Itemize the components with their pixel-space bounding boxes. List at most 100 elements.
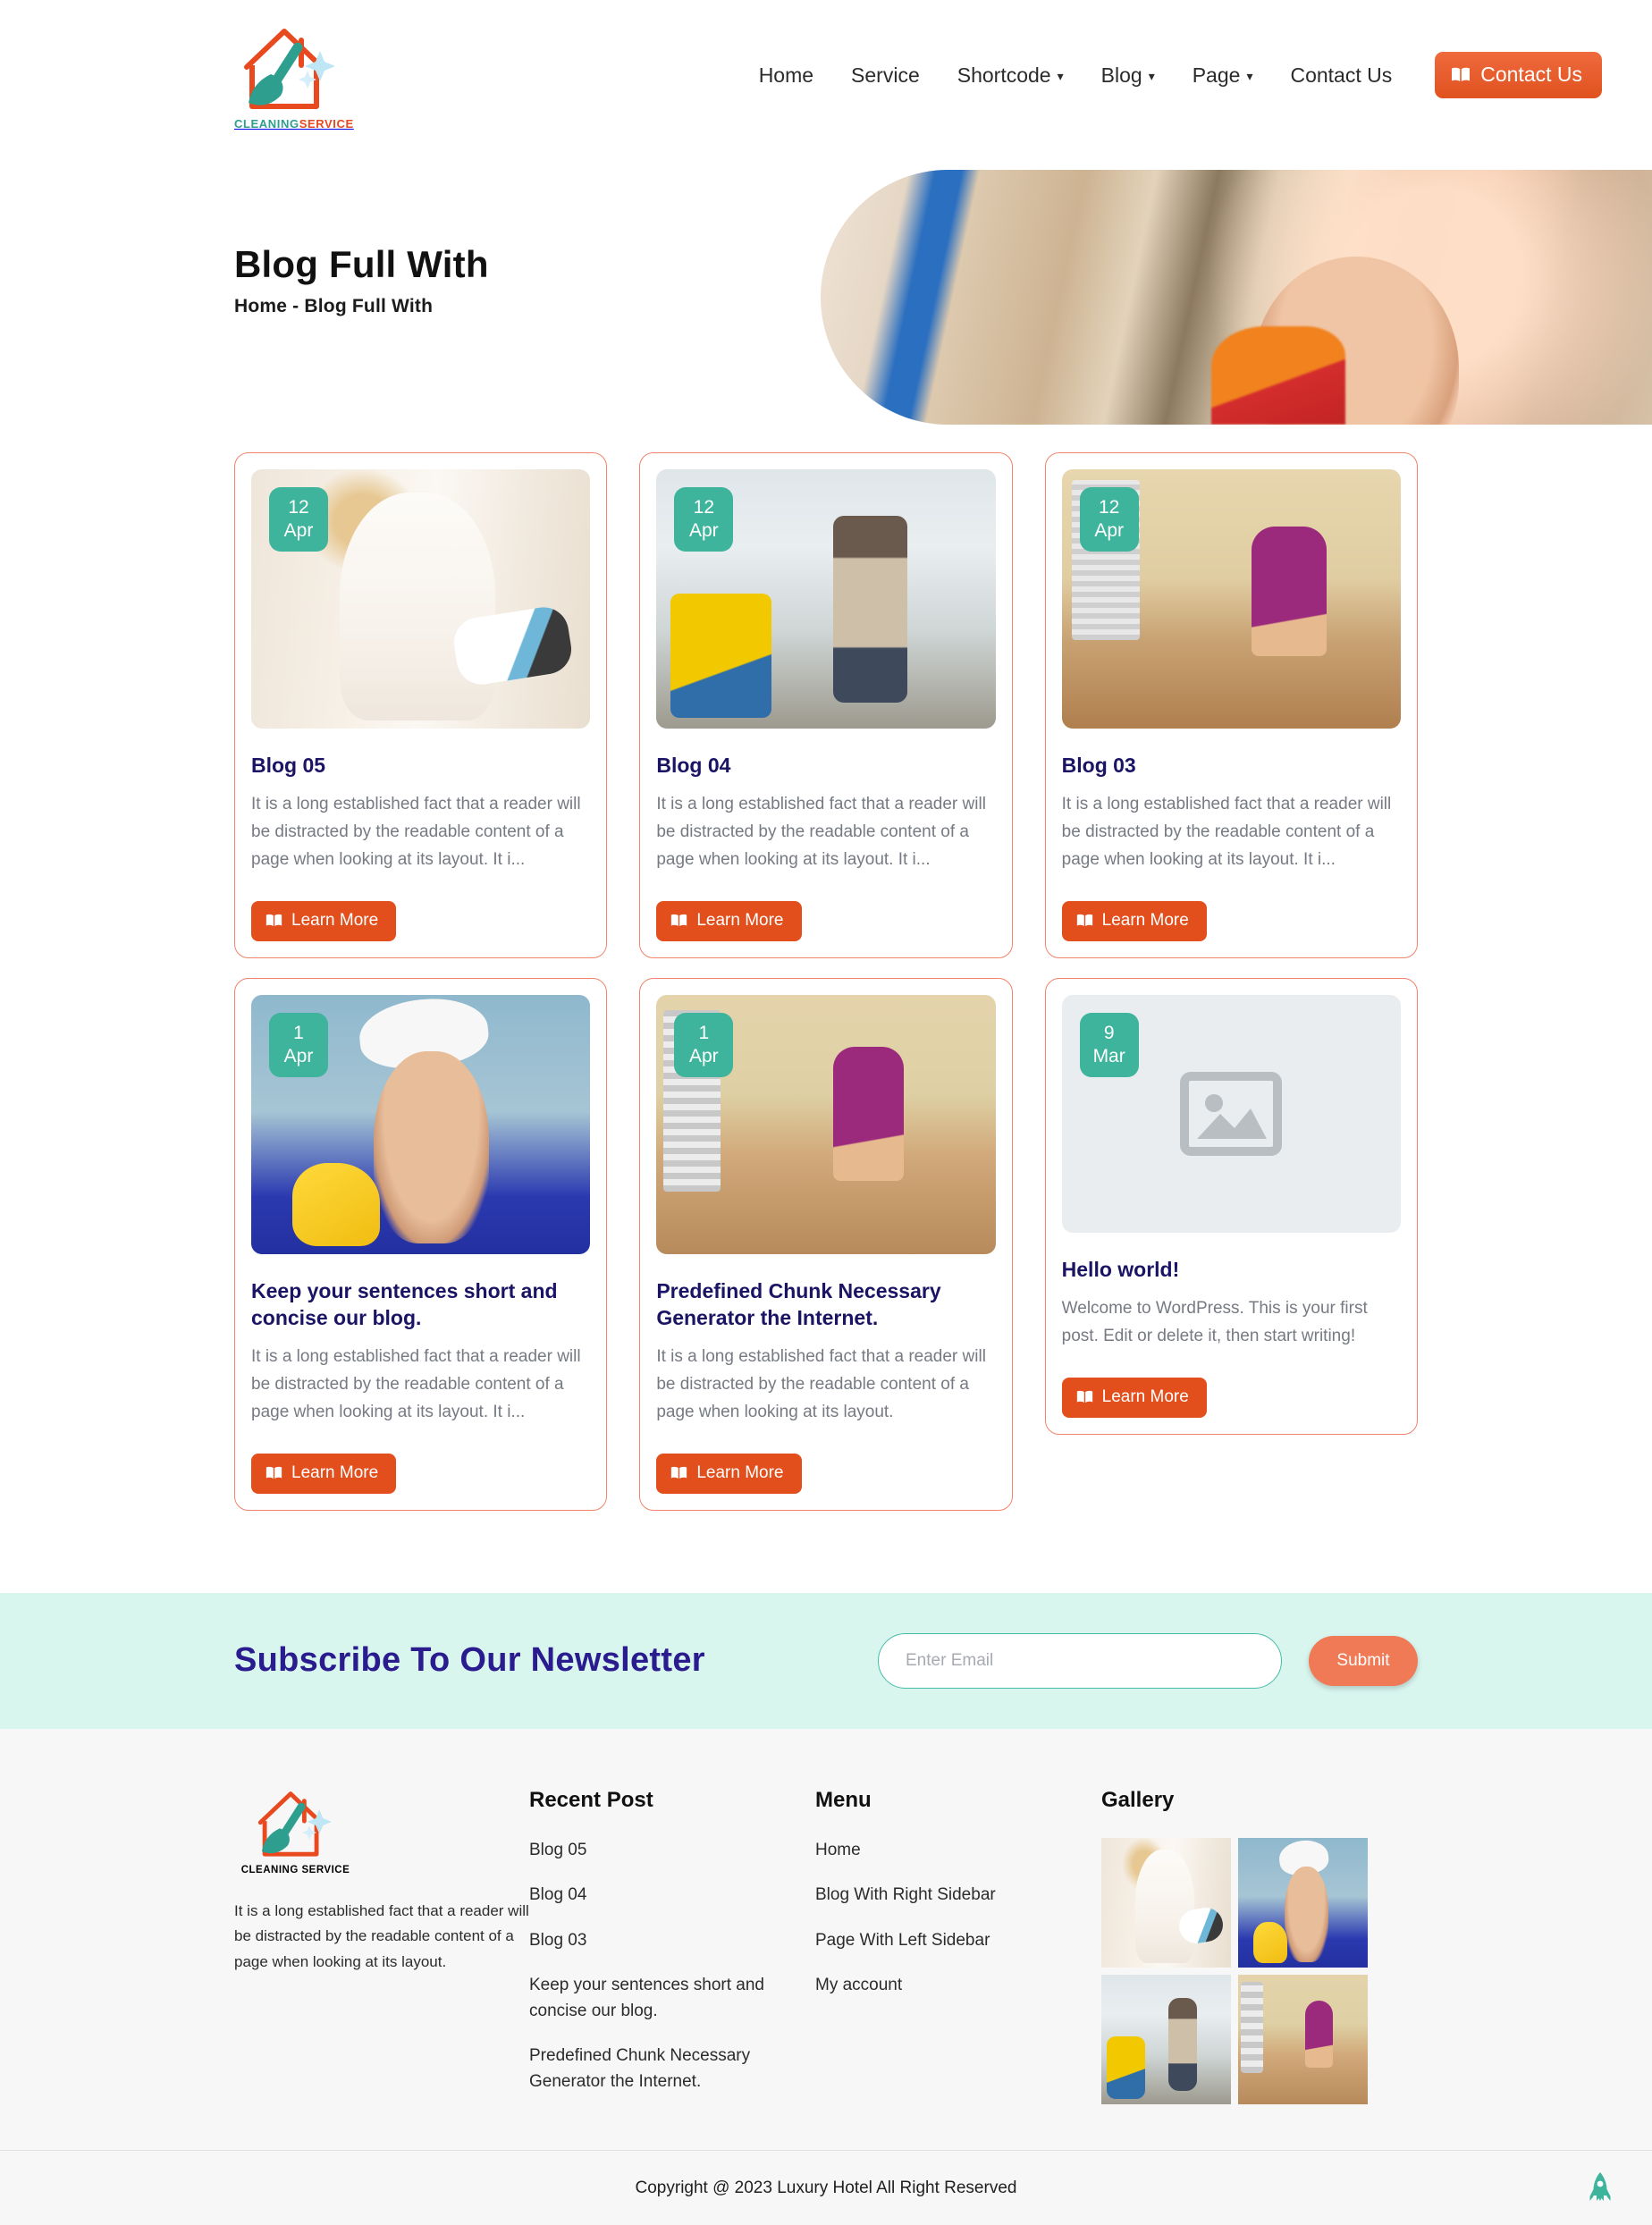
gallery-thumb[interactable] xyxy=(1101,1837,1231,1968)
blog-row-2: 1 Apr Keep your sentences short and conc… xyxy=(234,977,1418,1511)
date-day: 1 xyxy=(293,1022,304,1043)
book-icon xyxy=(266,914,282,927)
nav-label: Blog xyxy=(1100,63,1142,87)
recent-post-link[interactable]: Predefined Chunk Necessary Generator the… xyxy=(529,2044,815,2094)
footer-gallery-column: Gallery xyxy=(1101,1784,1396,2115)
blog-card[interactable]: 12 Apr Blog 03 It is a long established … xyxy=(1044,452,1418,958)
glove-shape xyxy=(1253,1921,1288,1964)
gallery-photo xyxy=(1101,1974,1231,2104)
learn-more-button[interactable]: Learn More xyxy=(1061,1377,1207,1418)
copyright-text: Copyright @ 2023 Luxury Hotel All Right … xyxy=(635,2178,1017,2197)
house-broom-sparkle-icon xyxy=(257,1791,332,1857)
house-broom-sparkle-icon xyxy=(244,28,335,109)
blog-card[interactable]: 1 Apr Predefined Chunk Necessary Generat… xyxy=(639,977,1013,1511)
blog-card[interactable]: 12 Apr Blog 04 It is a long established … xyxy=(639,452,1013,958)
footer-menu-link-blog-right-sidebar[interactable]: Blog With Right Sidebar xyxy=(815,1883,1101,1909)
logo-word-service: SERVICE xyxy=(299,116,354,131)
gallery-thumb[interactable] xyxy=(1238,1974,1368,2104)
nav-item-home[interactable]: Home xyxy=(759,63,813,88)
glove-shape xyxy=(291,1163,381,1246)
card-image: 12 Apr xyxy=(1061,469,1401,729)
footer-brand-column: CLEANING SERVICE It is a long establishe… xyxy=(234,1784,529,2115)
gallery-thumb[interactable] xyxy=(1238,1837,1368,1968)
card-image: 12 Apr xyxy=(656,469,996,729)
learn-more-button[interactable]: Learn More xyxy=(1061,900,1207,941)
blog-card[interactable]: 12 Apr Blog 05 It is a long established … xyxy=(234,452,608,958)
footer-logo-wordmark: CLEANING SERVICE xyxy=(240,1865,351,1875)
submit-button[interactable]: Submit xyxy=(1309,1635,1418,1686)
card-title[interactable]: Predefined Chunk Necessary Generator the… xyxy=(656,1277,995,1332)
hero-image xyxy=(821,170,1652,425)
card-title[interactable]: Blog 03 xyxy=(1062,752,1401,779)
footer-about-text: It is a long established fact that a rea… xyxy=(234,1901,529,1970)
recent-post-link[interactable]: Blog 05 xyxy=(529,1838,815,1864)
main-navigation: Home Service Shortcode ▾ Blog ▾ Page ▾ Cont… xyxy=(759,52,1602,98)
gallery-thumb[interactable] xyxy=(1101,1974,1231,2104)
card-image: 1 Apr xyxy=(656,994,996,1254)
learn-more-button[interactable]: Learn More xyxy=(656,900,802,941)
gallery-photo xyxy=(1238,1837,1368,1968)
image-placeholder-icon xyxy=(1180,1071,1283,1156)
nav-item-blog[interactable]: Blog ▾ xyxy=(1101,63,1155,88)
date-month: Apr xyxy=(283,520,314,541)
breadcrumb: Home - Blog Full With xyxy=(234,296,434,317)
footer-menu-link-my-account[interactable]: My account xyxy=(815,1973,1101,1999)
date-badge: 12 Apr xyxy=(269,487,328,552)
date-day: 9 xyxy=(1103,1022,1115,1043)
contact-us-button-label: Contact Us xyxy=(1480,63,1582,86)
recent-post-link[interactable]: Keep your sentences short and concise ou… xyxy=(529,1973,815,2024)
learn-more-button[interactable]: Learn More xyxy=(656,1453,802,1494)
learn-more-label: Learn More xyxy=(1101,910,1189,930)
footer-menu-link-page-left-sidebar[interactable]: Page With Left Sidebar xyxy=(815,1928,1101,1954)
learn-more-button[interactable]: Learn More xyxy=(251,900,397,941)
newsletter-section: Subscribe To Our Newsletter Submit xyxy=(0,1592,1652,1729)
nav-label: Page xyxy=(1192,63,1241,87)
card-image-placeholder: 9 Mar xyxy=(1061,994,1401,1233)
nav-item-shortcode[interactable]: Shortcode ▾ xyxy=(957,63,1064,88)
learn-more-label: Learn More xyxy=(1101,1386,1189,1406)
email-input[interactable] xyxy=(878,1632,1282,1689)
footer-menu-link-home[interactable]: Home xyxy=(815,1838,1101,1864)
gallery-heading: Gallery xyxy=(1101,1787,1175,1812)
contact-us-button[interactable]: Contact Us xyxy=(1435,52,1602,98)
learn-more-label: Learn More xyxy=(291,910,379,930)
book-icon xyxy=(1076,914,1092,927)
logo-word-cleaning: CLEANING xyxy=(234,116,299,131)
date-day: 12 xyxy=(1098,496,1120,518)
learn-more-label: Learn More xyxy=(696,910,784,930)
card-title[interactable]: Blog 05 xyxy=(251,752,590,779)
card-title[interactable]: Blog 04 xyxy=(656,752,995,779)
site-logo[interactable]: CLEANINGSERVICE xyxy=(234,21,359,131)
logo-word-cleaning: CLEANING xyxy=(240,1864,299,1875)
footer-recent-post-column: Recent Post Blog 05 Blog 04 Blog 03 Keep… xyxy=(529,1784,815,2115)
card-excerpt: It is a long established fact that a rea… xyxy=(656,1347,986,1421)
recent-post-link[interactable]: Blog 03 xyxy=(529,1928,815,1954)
nav-item-service[interactable]: Service xyxy=(851,63,920,88)
learn-more-button[interactable]: Learn More xyxy=(251,1453,397,1494)
menu-heading: Menu xyxy=(815,1787,872,1812)
date-day: 12 xyxy=(288,496,309,518)
date-badge: 12 Apr xyxy=(1079,487,1139,552)
book-icon xyxy=(671,914,687,927)
date-badge: 1 Apr xyxy=(269,1012,328,1077)
site-header: CLEANINGSERVICE Home Service Shortcode ▾ … xyxy=(0,0,1652,150)
card-excerpt: It is a long established fact that a rea… xyxy=(251,795,581,869)
blog-row-1: 12 Apr Blog 05 It is a long established … xyxy=(234,452,1418,958)
card-title[interactable]: Keep your sentences short and concise ou… xyxy=(251,1277,590,1332)
date-month: Apr xyxy=(688,520,719,541)
nav-label: Shortcode xyxy=(957,63,1051,87)
date-day: 1 xyxy=(698,1022,710,1043)
newsletter-title: Subscribe To Our Newsletter xyxy=(234,1641,705,1680)
card-excerpt: It is a long established fact that a rea… xyxy=(656,795,986,869)
nav-item-contact-us[interactable]: Contact Us xyxy=(1290,63,1392,88)
date-month: Apr xyxy=(688,1045,719,1066)
blog-card[interactable]: 1 Apr Keep your sentences short and conc… xyxy=(234,977,608,1511)
gallery-grid xyxy=(1101,1837,1396,2104)
blog-card[interactable]: 9 Mar Hello world! Welcome to WordPress.… xyxy=(1044,977,1418,1435)
card-excerpt: It is a long established fact that a rea… xyxy=(251,1347,581,1421)
card-title[interactable]: Hello world! xyxy=(1062,1256,1401,1283)
date-month: Apr xyxy=(283,1045,314,1066)
nav-item-page[interactable]: Page ▾ xyxy=(1193,63,1253,88)
rocket-icon[interactable] xyxy=(1589,2171,1612,2205)
recent-post-link[interactable]: Blog 04 xyxy=(529,1883,815,1909)
